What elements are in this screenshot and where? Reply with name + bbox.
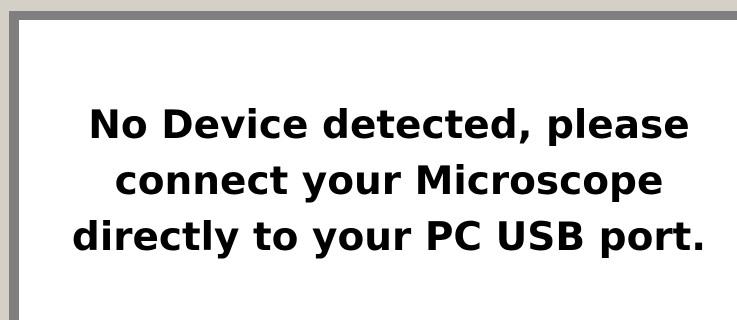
window-outer-border-left [0, 0, 9, 320]
window-outer-border-top [0, 0, 737, 11]
window-border-top [9, 11, 737, 20]
message-line-2: connect your Microscope [114, 159, 664, 204]
message-line-3: directly to your PC USB port. [71, 215, 707, 260]
no-device-message: No Device detected, please connect your … [19, 98, 737, 266]
message-window: No Device detected, please connect your … [0, 0, 737, 320]
message-panel: No Device detected, please connect your … [19, 20, 737, 320]
window-border-left [9, 11, 19, 320]
message-line-1: No Device detected, please [88, 103, 690, 148]
